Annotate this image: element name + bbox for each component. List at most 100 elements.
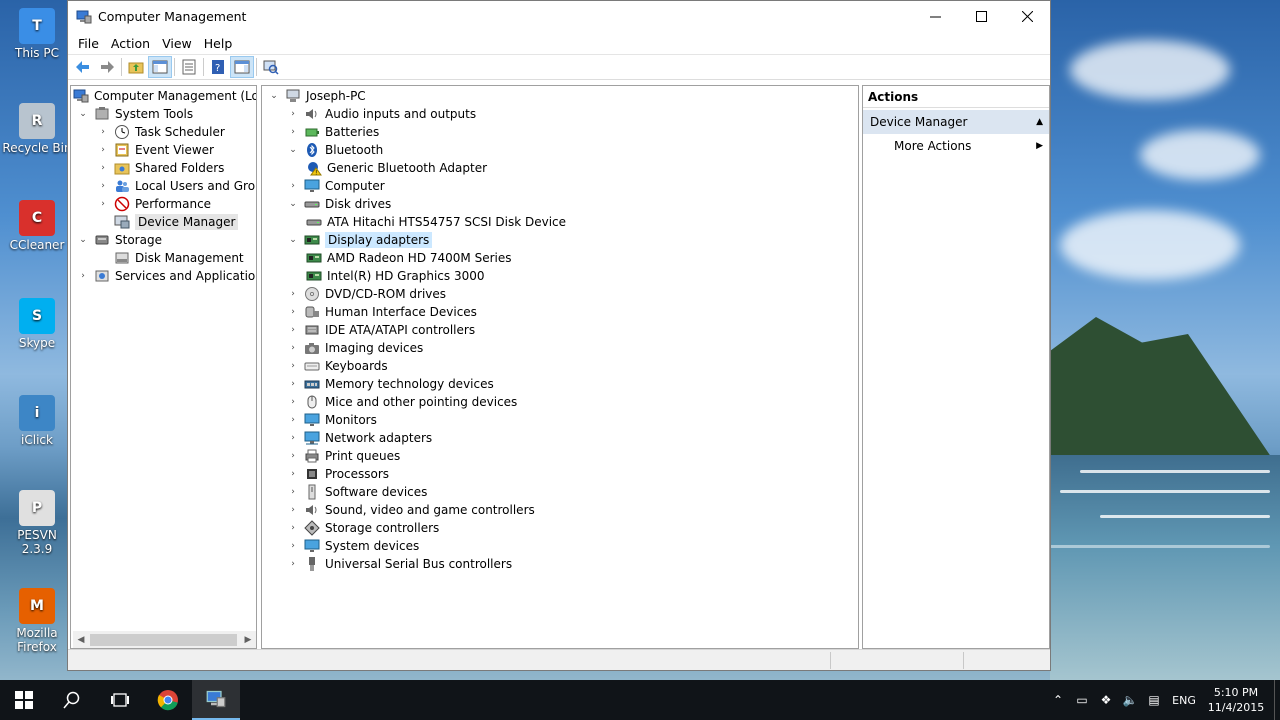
minimize-button[interactable] [912, 1, 958, 32]
action-center-icon[interactable]: ▤ [1142, 693, 1166, 707]
horizontal-scrollbar[interactable]: ◀ ▶ [73, 631, 256, 648]
device-item[interactable]: ! Generic Bluetooth Adapter [306, 159, 487, 177]
collapse-up-icon[interactable]: ▲ [1036, 117, 1043, 127]
maximize-button[interactable] [958, 1, 1004, 32]
start-button[interactable] [0, 680, 48, 720]
device-category[interactable]: › DVD/CD-ROM drives [287, 285, 446, 303]
desktop-shortcut[interactable]: C CCleaner [2, 200, 72, 252]
back-button[interactable] [71, 56, 95, 78]
desktop-shortcut[interactable]: T This PC [2, 8, 72, 60]
chevron-right-icon[interactable]: › [287, 450, 299, 462]
device-category[interactable]: › Memory technology devices [287, 375, 494, 393]
chevron-right-icon[interactable]: › [287, 396, 299, 408]
input-language[interactable]: ENG [1166, 694, 1202, 707]
device-category[interactable]: › Universal Serial Bus controllers [287, 555, 512, 573]
device-item[interactable]: AMD Radeon HD 7400M Series [306, 249, 512, 267]
search-button[interactable] [48, 680, 96, 720]
console-tree-item[interactable]: › Shared Folders [97, 159, 224, 177]
task-view-button[interactable] [96, 680, 144, 720]
chevron-right-icon[interactable]: › [287, 288, 299, 300]
console-tree-item[interactable]: › Services and Applications [77, 267, 256, 285]
show-desktop-button[interactable] [1274, 680, 1280, 720]
device-category[interactable]: › System devices [287, 537, 419, 555]
device-category[interactable]: › Imaging devices [287, 339, 423, 357]
chevron-right-icon[interactable]: › [287, 126, 299, 138]
help-button[interactable]: ? [206, 56, 230, 78]
chevron-down-icon[interactable]: ⌄ [77, 234, 89, 246]
chevron-right-icon[interactable]: › [97, 198, 109, 210]
device-category[interactable]: › IDE ATA/ATAPI controllers [287, 321, 475, 339]
console-tree-item[interactable]: Disk Management [97, 249, 244, 267]
chevron-right-icon[interactable]: › [287, 108, 299, 120]
device-category[interactable]: ⌄ Bluetooth [287, 141, 383, 159]
actions-section-device-manager[interactable]: Device Manager ▲ [863, 110, 1049, 134]
more-actions-item[interactable]: More Actions ▶ [863, 134, 1049, 158]
console-tree-item[interactable]: › Event Viewer [97, 141, 214, 159]
device-category[interactable]: › Batteries [287, 123, 379, 141]
device-category[interactable]: › Print queues [287, 447, 400, 465]
tree-root[interactable]: Computer Management (Local [73, 87, 256, 105]
console-tree-item[interactable]: ⌄ Storage [77, 231, 162, 249]
device-category[interactable]: › Sound, video and game controllers [287, 501, 535, 519]
console-tree-item[interactable]: ⌄ System Tools [77, 105, 193, 123]
scan-hardware-button[interactable] [259, 56, 283, 78]
show-hide-action-pane-button[interactable] [230, 56, 254, 78]
device-category[interactable]: › Storage controllers [287, 519, 439, 537]
show-hidden-icons-chevron-up-icon[interactable]: ⌃ [1046, 693, 1070, 707]
chevron-right-icon[interactable]: › [287, 540, 299, 552]
device-category[interactable]: ⌄ Display adapters [287, 231, 433, 249]
scroll-right-icon[interactable]: ▶ [240, 635, 256, 645]
chevron-right-icon[interactable]: › [287, 468, 299, 480]
console-tree-item[interactable]: › Local Users and Groups [97, 177, 256, 195]
forward-button[interactable] [95, 56, 119, 78]
console-tree-item[interactable]: Device Manager [97, 213, 239, 231]
clock[interactable]: 5:10 PM 11/4/2015 [1202, 685, 1270, 715]
chevron-down-icon[interactable]: ⌄ [268, 90, 280, 102]
chevron-right-icon[interactable]: › [287, 342, 299, 354]
chevron-right-icon[interactable]: › [97, 144, 109, 156]
desktop-shortcut[interactable]: R Recycle Bin [2, 103, 72, 155]
menu-view[interactable]: View [156, 36, 198, 51]
device-category[interactable]: › Software devices [287, 483, 427, 501]
chevron-right-icon[interactable]: › [287, 360, 299, 372]
device-category[interactable]: ⌄ Disk drives [287, 195, 391, 213]
show-hide-console-tree-button[interactable] [148, 56, 172, 78]
chevron-right-icon[interactable]: › [287, 414, 299, 426]
chevron-right-icon[interactable]: › [287, 504, 299, 516]
up-level-button[interactable] [124, 56, 148, 78]
close-button[interactable] [1004, 1, 1050, 32]
chevron-right-icon[interactable]: › [287, 324, 299, 336]
chevron-right-icon[interactable]: › [97, 126, 109, 138]
chevron-right-icon[interactable]: › [287, 432, 299, 444]
chevron-right-icon[interactable]: › [287, 558, 299, 570]
console-tree-item[interactable]: › Performance [97, 195, 211, 213]
chevron-right-icon[interactable]: › [97, 162, 109, 174]
chevron-right-icon[interactable]: › [287, 486, 299, 498]
device-category[interactable]: › Computer [287, 177, 384, 195]
wifi-icon[interactable]: ❖ [1094, 693, 1118, 707]
console-tree-item[interactable]: › Task Scheduler [97, 123, 225, 141]
device-category[interactable]: › Processors [287, 465, 389, 483]
chevron-right-icon[interactable]: › [287, 522, 299, 534]
chevron-down-icon[interactable]: ⌄ [77, 108, 89, 120]
properties-button[interactable] [177, 56, 201, 78]
scrollbar-thumb[interactable] [90, 633, 237, 646]
chrome-taskbar-button[interactable] [144, 680, 192, 720]
chevron-right-icon[interactable]: › [287, 378, 299, 390]
device-tree-root[interactable]: ⌄ Joseph-PC [268, 87, 365, 105]
device-category[interactable]: › Human Interface Devices [287, 303, 477, 321]
device-category[interactable]: › Audio inputs and outputs [287, 105, 476, 123]
device-item[interactable]: Intel(R) HD Graphics 3000 [306, 267, 485, 285]
device-category[interactable]: › Keyboards [287, 357, 387, 375]
desktop-shortcut[interactable]: i iClick [2, 395, 72, 447]
device-category[interactable]: › Monitors [287, 411, 377, 429]
chevron-right-icon[interactable]: › [287, 306, 299, 318]
menu-help[interactable]: Help [198, 36, 239, 51]
chevron-down-icon[interactable]: ⌄ [287, 234, 299, 246]
chevron-down-icon[interactable]: ⌄ [287, 198, 299, 210]
desktop-shortcut[interactable]: P PESVN 2.3.9 [2, 490, 72, 556]
computer-management-taskbar-button[interactable] [192, 680, 240, 720]
volume-icon[interactable]: 🔈 [1118, 693, 1142, 707]
chevron-down-icon[interactable]: ⌄ [287, 144, 299, 156]
device-category[interactable]: › Network adapters [287, 429, 432, 447]
